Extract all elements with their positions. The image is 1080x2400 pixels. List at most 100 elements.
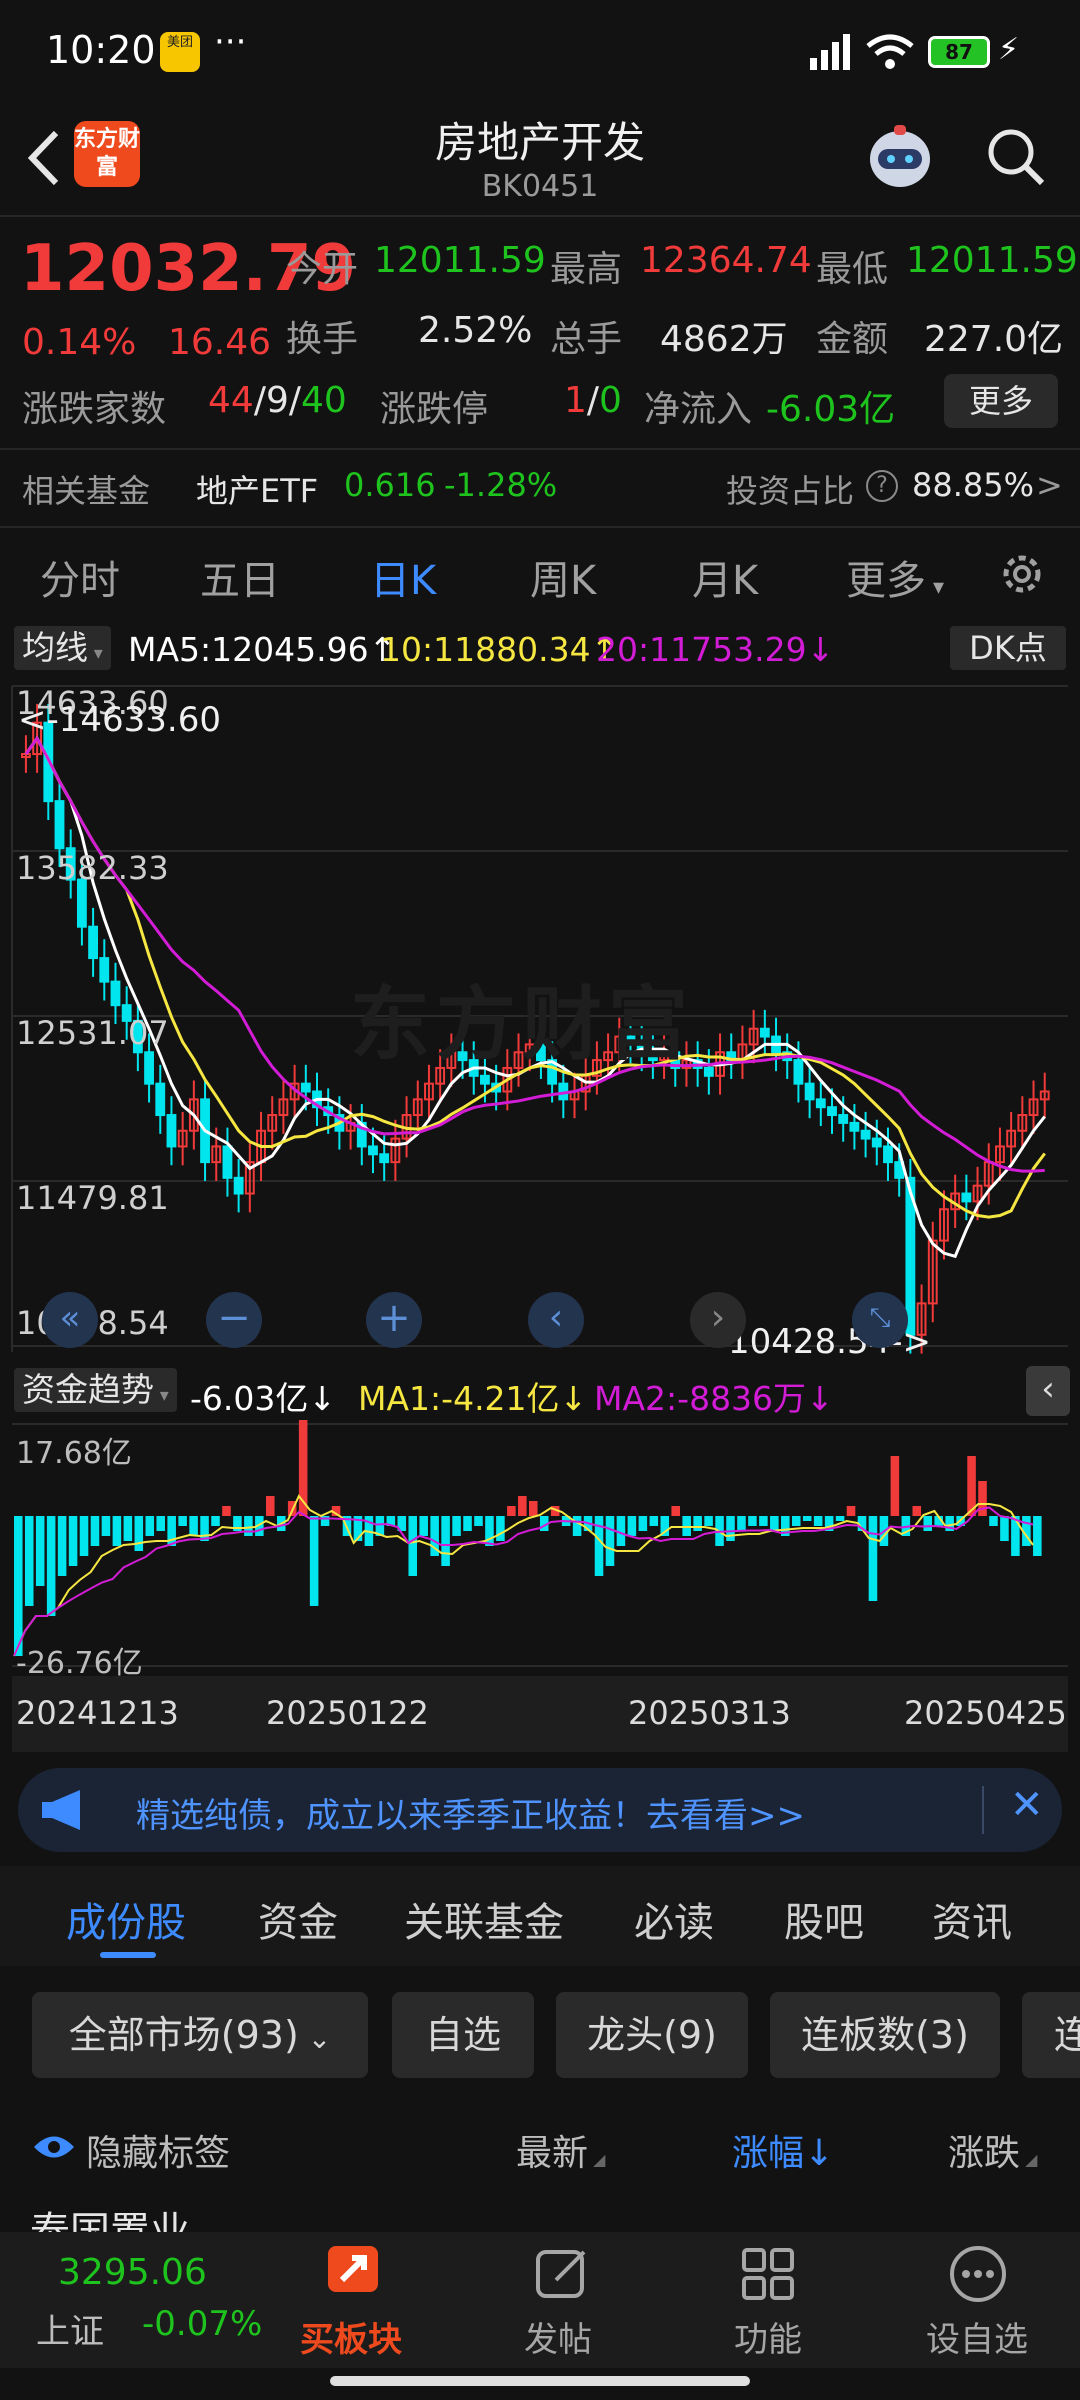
ma10-value: 10:11880.34↑	[380, 630, 619, 669]
index-pct[interactable]: -0.07%	[142, 2304, 262, 2344]
date-label: 20241213	[16, 1694, 179, 1732]
turnover-label: 换手	[286, 319, 359, 360]
zoom-out-icon[interactable]: −	[206, 1292, 262, 1348]
settings-gear-icon[interactable]	[996, 548, 1048, 600]
eye-icon[interactable]	[32, 2130, 76, 2164]
buy-sector-icon[interactable]	[318, 2240, 390, 2304]
amount-label: 金额	[816, 319, 889, 360]
chip-leaders[interactable]: 龙头(9)	[556, 1992, 748, 2078]
index-value[interactable]: 3295.06	[58, 2252, 207, 2293]
megaphone-icon	[40, 1786, 90, 1834]
flow-bar	[68, 1516, 78, 1566]
fund-name[interactable]: 地产ETF	[196, 466, 318, 512]
flow-bar	[441, 1516, 450, 1566]
y-tick-label: 13582.33	[16, 849, 169, 887]
chip-consecutive-limit[interactable]: 连板数(3)	[770, 1992, 1000, 2078]
post-edit-icon[interactable]	[534, 2246, 590, 2302]
candle	[54, 800, 65, 850]
post-label[interactable]: 发帖	[524, 2312, 592, 2361]
help-icon[interactable]: ?	[866, 470, 898, 502]
tab-related-funds[interactable]: 关联基金	[404, 1890, 564, 1948]
sort-change[interactable]: 涨跌 ◢	[948, 2124, 1037, 2176]
more-dots-icon[interactable]	[948, 2244, 1008, 2304]
candle	[222, 1145, 233, 1179]
max-marker: <-14633.60	[18, 700, 221, 740]
flow-bar	[726, 1516, 735, 1541]
flow-bar	[123, 1516, 133, 1541]
flow-bar	[452, 1516, 461, 1536]
fullscreen-icon[interactable]: ⤡	[852, 1292, 908, 1348]
fund-flow-chart[interactable]	[0, 1420, 1080, 1670]
flow-ma2: MA2:-8836万↓	[594, 1379, 834, 1418]
battery-icon: 87	[928, 36, 990, 68]
function-label[interactable]: 功能	[734, 2312, 802, 2361]
flow-bar	[671, 1506, 680, 1516]
open-label: 今开	[286, 249, 359, 290]
collapse-icon[interactable]: ‹	[1026, 1366, 1070, 1416]
flow-bar	[704, 1516, 713, 1526]
tab-more[interactable]: 更多 ▾	[846, 548, 944, 606]
sort-pct[interactable]: 涨幅↓	[732, 2124, 834, 2176]
chip-favorites[interactable]: 自选	[392, 1992, 534, 2078]
tab-constituents[interactable]: 成份股	[66, 1890, 186, 1948]
candle	[871, 1137, 882, 1148]
candle	[480, 1074, 490, 1085]
chip-all-market[interactable]: 全部市场(93) ⌄	[32, 1992, 368, 2078]
wifi-icon	[866, 34, 914, 70]
zoom-in-icon[interactable]: +	[366, 1292, 422, 1348]
fund-chevron-icon[interactable]: >	[1036, 466, 1063, 504]
list-item[interactable]: 泰国置业	[30, 2208, 190, 2232]
flow-bar	[24, 1516, 34, 1606]
scroll-right-icon[interactable]: ›	[690, 1292, 746, 1348]
tab-five-day[interactable]: 五日	[200, 548, 280, 606]
breadth-value: 44/9/40	[208, 380, 347, 421]
add-favorite-label[interactable]: 设自选	[926, 2312, 1028, 2361]
chip-partial[interactable]: 连	[1022, 1992, 1080, 2078]
index-name[interactable]: 上证	[36, 2304, 104, 2353]
volume-label: 总手	[550, 319, 623, 360]
flow-legend: 资金趋势 ▾ -6.03亿↓ MA1:-4.21亿↓ MA2:-8836万↓ ‹	[0, 1364, 1080, 1418]
tab-news[interactable]: 资讯	[932, 1890, 1012, 1948]
tab-weekly-k[interactable]: 周K	[530, 548, 596, 606]
flow-bar	[846, 1506, 856, 1516]
tab-must-read[interactable]: 必读	[634, 1890, 714, 1948]
tab-intraday[interactable]: 分时	[40, 548, 120, 606]
tab-forum[interactable]: 股吧	[784, 1890, 864, 1948]
candle	[703, 1066, 714, 1077]
candle	[793, 1059, 804, 1085]
hide-tags-toggle[interactable]: 隐藏标签	[86, 2124, 230, 2176]
promo-banner[interactable]: 精选纯债，成立以来季季正收益！去看看>> ✕	[18, 1768, 1062, 1852]
flow-bar	[835, 1516, 845, 1521]
flow-indicator-select[interactable]: 资金趋势 ▾	[14, 1368, 177, 1412]
candle	[233, 1176, 244, 1195]
scroll-left-icon[interactable]: ‹	[528, 1292, 584, 1348]
rewind-icon[interactable]: «	[42, 1292, 98, 1348]
volume-value: 4862万	[660, 319, 788, 360]
candle	[860, 1129, 871, 1140]
flow-bar	[145, 1516, 155, 1536]
flow-bar	[693, 1516, 702, 1531]
candle	[300, 1082, 311, 1093]
robot-assistant-icon[interactable]	[862, 119, 938, 195]
flow-bar	[200, 1516, 209, 1541]
grid-function-icon[interactable]	[740, 2246, 796, 2302]
tab-monthly-k[interactable]: 月K	[692, 548, 758, 606]
date-label: 20250122	[266, 1694, 429, 1732]
buy-sector-label[interactable]: 买板块	[300, 2312, 402, 2361]
more-button[interactable]: 更多	[944, 374, 1058, 428]
tab-funds[interactable]: 资金	[258, 1890, 338, 1948]
y-tick-label: 11479.81	[16, 1179, 169, 1217]
tab-daily-k[interactable]: 日K	[370, 548, 436, 606]
signal-icon	[806, 34, 858, 70]
close-icon[interactable]: ✕	[1010, 1782, 1044, 1828]
flow-bar	[989, 1516, 998, 1526]
high-label: 最高	[550, 249, 623, 290]
sort-latest[interactable]: 最新 ◢	[516, 2124, 605, 2176]
candle	[144, 1051, 154, 1085]
candle	[815, 1098, 826, 1109]
indicator-select[interactable]: 均线 ▾	[14, 626, 111, 670]
search-icon[interactable]	[984, 125, 1048, 189]
flow-bar	[14, 1516, 23, 1656]
dk-point-button[interactable]: DK点	[950, 626, 1066, 670]
flow-bar	[496, 1516, 505, 1541]
